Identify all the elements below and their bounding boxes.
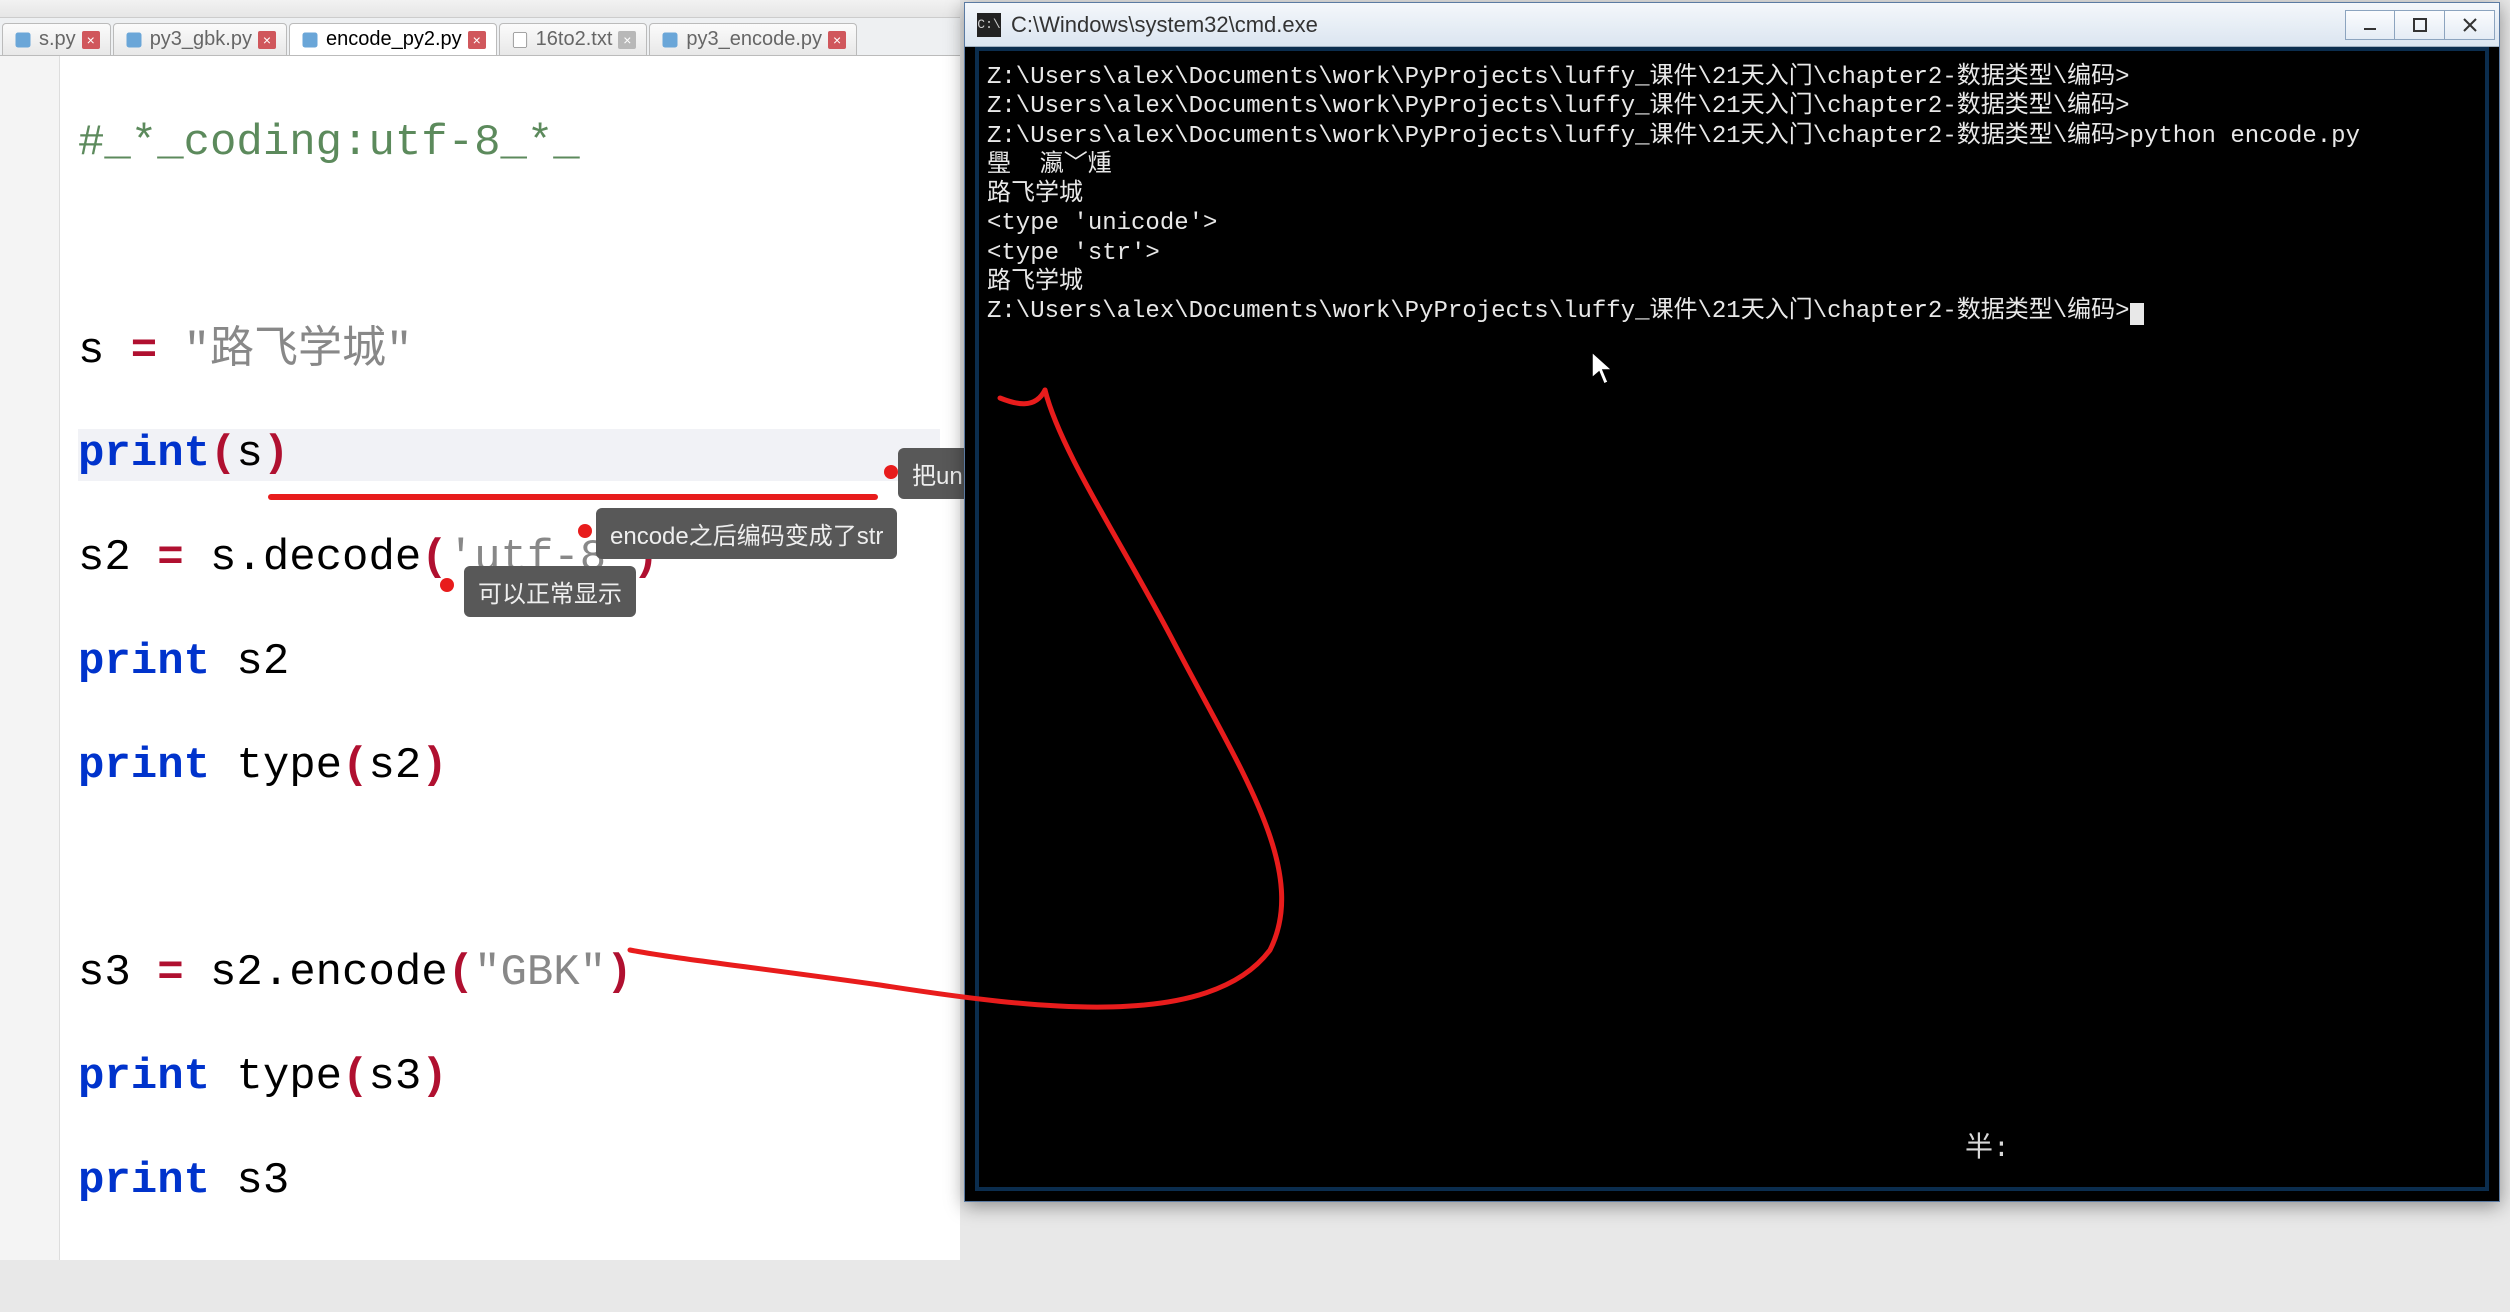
tab-file-3[interactable]: 16to2.txt × [499,23,648,55]
code-keyword: print [78,741,210,791]
cmd-title: C:\Windows\system32\cmd.exe [1011,12,2345,38]
tab-label: py3_encode.py [686,28,822,51]
code-paren: ) [263,429,289,479]
code-paren: ( [342,741,368,791]
tab-label: encode_py2.py [326,28,462,51]
terminal-output: Z:\Users\alex\Documents\work\PyProjects\… [987,63,2477,326]
code-paren: ) [606,948,632,998]
close-button[interactable] [2445,10,2495,40]
line-number-gutter [0,56,60,1260]
ime-status: 半: [1965,1125,2010,1165]
minimize-button[interactable] [2345,10,2395,40]
code-op: = [104,326,183,376]
code-paren: ) [421,741,447,791]
code-ident: s [78,326,104,376]
code-op: = [131,533,210,583]
code-string: "GBK" [474,948,606,998]
code-paren: ( [448,948,474,998]
tab-label: 16to2.txt [536,28,613,51]
cmd-client-area[interactable]: Z:\Users\alex\Documents\work\PyProjects\… [975,47,2489,1191]
tab-file-1[interactable]: py3_gbk.py × [113,23,287,55]
close-icon[interactable]: × [468,31,486,49]
text-file-icon [510,30,530,50]
code-keyword: print [78,1156,210,1206]
python-file-icon [660,30,680,50]
mouse-cursor-icon [1590,350,1614,386]
code-string: "路飞学城" [184,326,413,376]
code-ident: s [236,429,262,479]
annotation-underline [268,494,878,500]
editor-toolbar [0,0,960,18]
tab-label: py3_gbk.py [150,28,252,51]
code-paren: ( [210,429,236,479]
code-editor: s.py × py3_gbk.py × encode_py2.py × 16to… [0,0,960,1260]
code-ident: s3 [368,1052,421,1102]
maximize-button[interactable] [2395,10,2445,40]
code-paren: ( [421,533,447,583]
tab-file-0[interactable]: s.py × [2,23,111,55]
python-file-icon [300,30,320,50]
code-ident: s3 [210,1156,289,1206]
tab-file-2[interactable]: encode_py2.py × [289,23,497,55]
code-op: = [131,948,210,998]
close-icon[interactable]: × [618,31,636,49]
cmd-title-bar[interactable]: C:\ C:\Windows\system32\cmd.exe [965,3,2499,47]
code-keyword: print [78,637,210,687]
editor-tab-bar: s.py × py3_gbk.py × encode_py2.py × 16to… [0,18,960,56]
annotation-dot [578,524,592,538]
code-ident: s3 [78,948,131,998]
code-paren: ) [421,1052,447,1102]
code-keyword: print [78,429,210,479]
code-ident: s2.encode [210,948,448,998]
code-ident: type [210,741,342,791]
code-keyword: print [78,1052,210,1102]
code-paren: ( [342,1052,368,1102]
close-icon[interactable]: × [828,31,846,49]
annotation-dot [440,578,454,592]
tab-label: s.py [39,28,76,51]
annotation-chip-3: 可以正常显示 [464,566,636,617]
annotation-dot [884,465,898,479]
code-area[interactable]: #_*_coding:utf-8_*_ s = "路飞学城" print(s) … [60,56,960,1260]
code-ident: s2 [210,637,289,687]
cmd-window: C:\ C:\Windows\system32\cmd.exe Z:\Users… [964,2,2500,1202]
window-controls [2345,10,2495,40]
code-ident: s2 [78,533,131,583]
close-icon[interactable]: × [82,31,100,49]
cmd-icon: C:\ [977,13,1001,37]
code-ident: s.decode [210,533,421,583]
python-file-icon [13,30,33,50]
tab-file-4[interactable]: py3_encode.py × [649,23,857,55]
code-comment: #_*_coding:utf-8_*_ [78,118,580,168]
code-ident: type [210,1052,342,1102]
close-icon[interactable]: × [258,31,276,49]
annotation-chip-2: encode之后编码变成了str [596,508,897,559]
code-ident: s2 [368,741,421,791]
python-file-icon [124,30,144,50]
